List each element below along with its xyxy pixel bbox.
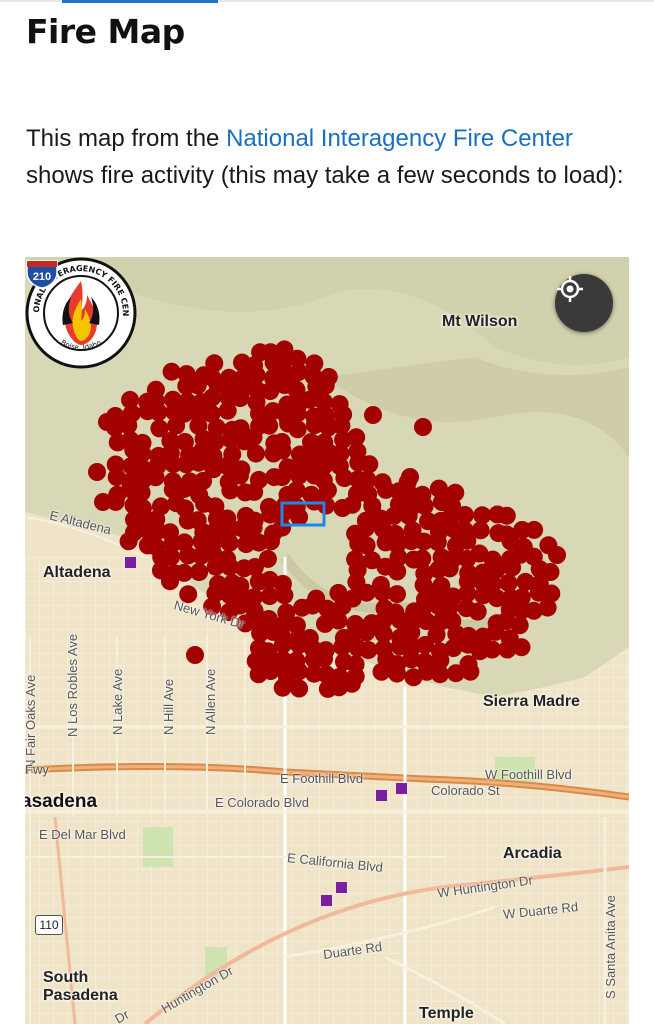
fire-detection-dot bbox=[525, 520, 544, 539]
road-e-foothill: E Foothill Blvd bbox=[280, 771, 364, 786]
fire-detection-dot bbox=[414, 418, 432, 436]
fire-detection-dot bbox=[388, 585, 406, 604]
fire-detection-dot bbox=[428, 533, 447, 552]
active-tab-indicator bbox=[62, 0, 218, 3]
nifc-link[interactable]: National Interagency Fire Center bbox=[226, 125, 573, 152]
fire-detection-dot bbox=[468, 602, 487, 621]
fire-detection-dot bbox=[273, 468, 291, 487]
fire-detection-dot bbox=[415, 497, 434, 515]
route-110-shield: 110 bbox=[35, 915, 63, 935]
fire-detection-dot bbox=[288, 420, 307, 439]
intro-text-after: shows fire activity (this may take a few… bbox=[26, 162, 624, 189]
locate-button[interactable] bbox=[555, 274, 613, 332]
fire-detection-dot bbox=[440, 559, 459, 578]
fire-detection-dot bbox=[357, 583, 376, 602]
fire-detection-dot bbox=[461, 662, 480, 681]
fire-detection-dot bbox=[316, 376, 335, 395]
label-sierra-madre: Sierra Madre bbox=[483, 693, 580, 710]
fire-detection-dot bbox=[275, 586, 294, 605]
fire-detection-dot bbox=[303, 596, 322, 615]
fire-detection-dot bbox=[98, 413, 116, 431]
fire-detection-dot bbox=[343, 495, 362, 514]
label-south-pasadena: South Pasadena bbox=[43, 969, 118, 1004]
fire-detection-dot bbox=[88, 463, 106, 481]
fire-detection-dot bbox=[161, 572, 179, 591]
page-title: Fire Map bbox=[26, 12, 185, 51]
fire-detection-dot bbox=[431, 665, 449, 684]
fire-detection-dot bbox=[244, 428, 263, 447]
fire-detection-dot bbox=[94, 493, 112, 511]
fire-detection-dot bbox=[503, 558, 522, 577]
label-arcadia: Arcadia bbox=[503, 845, 562, 862]
fire-detection-dot bbox=[162, 362, 181, 381]
fire-detection-dot bbox=[538, 598, 557, 617]
intro-paragraph: This map from the National Interagency F… bbox=[26, 120, 636, 194]
fire-detection-dot bbox=[357, 623, 376, 642]
interstate-210-shield: 210 bbox=[26, 260, 58, 289]
fire-detection-dot bbox=[188, 376, 207, 395]
road-e-del-mar: E Del Mar Blvd bbox=[39, 827, 126, 842]
fire-detection-dot bbox=[218, 401, 237, 420]
fire-detection-dot bbox=[256, 643, 274, 661]
road-lake: N Lake Ave bbox=[110, 668, 125, 735]
fire-detection-dot bbox=[231, 466, 249, 485]
fire-detection-dot bbox=[246, 444, 265, 463]
fire-detection-dot bbox=[497, 506, 516, 525]
fire-detection-dot bbox=[512, 638, 531, 657]
fire-detection-dot bbox=[186, 646, 204, 664]
fire-detection-dot bbox=[260, 416, 279, 435]
road-fwy: Fwy bbox=[25, 762, 49, 777]
road-santa-anita: S Santa Anita Ave bbox=[603, 895, 618, 999]
fire-detection-dot bbox=[357, 518, 375, 537]
label-altadena: Altadena bbox=[43, 564, 111, 581]
road-w-foothill: W Foothill Blvd bbox=[485, 767, 572, 782]
road-e-colorado: E Colorado Blvd bbox=[215, 795, 309, 810]
interstate-210-label: 210 bbox=[33, 271, 51, 283]
intro-text-before: This map from the bbox=[26, 125, 227, 152]
fire-detection-dot bbox=[190, 563, 209, 582]
fire-detection-dot bbox=[359, 641, 378, 660]
fire-detection-dot bbox=[401, 468, 419, 486]
fire-detection-dot bbox=[262, 532, 280, 551]
fire-detection-dot bbox=[388, 664, 406, 683]
road-hill: N Hill Ave bbox=[161, 678, 176, 735]
fire-detection-dot bbox=[146, 468, 165, 487]
purple-marker bbox=[321, 895, 332, 906]
fire-detection-dot bbox=[245, 482, 264, 501]
road-allen: N Allen Ave bbox=[203, 668, 218, 735]
fire-detection-dot bbox=[273, 441, 292, 460]
fire-detection-dot bbox=[548, 546, 566, 564]
fire-detection-dot bbox=[364, 406, 382, 424]
fire-detection-dot bbox=[167, 416, 186, 435]
fire-detection-dot bbox=[220, 533, 239, 552]
fire-detection-dot bbox=[360, 455, 379, 474]
label-pasadena: asadena bbox=[25, 791, 98, 812]
fire-detection-dot bbox=[290, 508, 309, 527]
road-los-robles: N Los Robles Ave bbox=[65, 633, 80, 737]
fire-detection-dot bbox=[203, 388, 222, 407]
purple-marker bbox=[396, 783, 407, 794]
road-fair-oaks: N Fair Oaks Ave bbox=[25, 674, 38, 769]
fire-map[interactable]: NATIONAL INTERAGENCY FIRE CENTER Boise, … bbox=[25, 257, 629, 1024]
fire-detection-dot bbox=[315, 649, 334, 668]
fire-detection-dot bbox=[342, 674, 361, 693]
label-temple: Temple bbox=[419, 1005, 474, 1022]
fire-detection-dot bbox=[372, 662, 391, 681]
label-mt-wilson: Mt Wilson bbox=[442, 313, 518, 330]
fire-detection-dot bbox=[278, 668, 296, 686]
fire-detection-dot bbox=[149, 403, 168, 422]
fire-detection-dot bbox=[388, 562, 407, 581]
road-colorado-st: Colorado St bbox=[431, 783, 500, 798]
crosshair-locate-icon bbox=[557, 276, 583, 302]
fire-detection-dot bbox=[119, 532, 138, 551]
purple-marker bbox=[336, 882, 347, 893]
purple-marker bbox=[376, 790, 387, 801]
fire-detection-dot bbox=[329, 611, 348, 630]
purple-marker bbox=[125, 557, 136, 568]
fire-detection-dot bbox=[317, 496, 336, 515]
